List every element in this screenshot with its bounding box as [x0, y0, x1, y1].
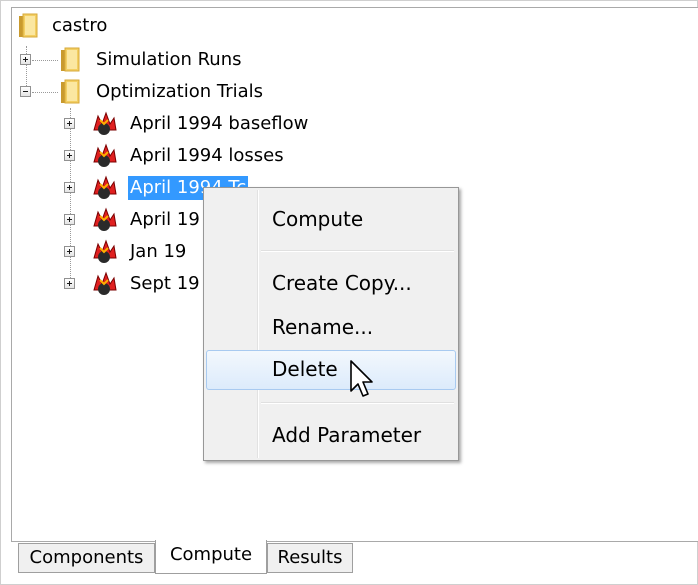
tree-node-label: Optimization Trials [96, 81, 264, 102]
menu-item-label: Rename... [272, 315, 374, 339]
tab-label: Components [29, 547, 144, 568]
menu-item-create-copy[interactable]: Create Copy... [206, 264, 456, 304]
tree-connector [70, 108, 71, 286]
tree-root-label: castro [52, 15, 108, 36]
menu-item-rename[interactable]: Rename... [206, 308, 456, 348]
tree-node-label: April 1994 losses [130, 145, 284, 166]
tab-label: Compute [169, 544, 253, 565]
optimization-trial-icon [93, 239, 117, 263]
expand-plus-icon[interactable] [64, 118, 75, 129]
menu-separator [261, 250, 454, 252]
tab-compute[interactable]: Compute [155, 540, 267, 574]
tab-results[interactable]: Results [267, 543, 353, 573]
menu-item-label: Create Copy... [272, 271, 412, 295]
menu-item-label: Add Parameter [272, 423, 422, 447]
menu-item-label: Compute [272, 207, 364, 231]
expand-plus-icon[interactable] [64, 246, 75, 257]
optimization-trial-icon [93, 111, 117, 135]
expand-plus-icon[interactable] [64, 150, 75, 161]
menu-item-delete[interactable]: Delete [206, 350, 456, 390]
optimization-trial-icon [93, 271, 117, 295]
optimization-trial-icon [93, 143, 117, 167]
folder-icon [19, 13, 38, 38]
tab-label: Results [277, 547, 343, 568]
tree-connector [32, 60, 58, 61]
watershed-explorer: castro Simulation Runs Optimization Tria… [0, 0, 698, 585]
mouse-pointer-icon [350, 360, 373, 397]
menu-item-compute[interactable]: Compute [206, 200, 456, 240]
menu-item-label: Delete [272, 357, 338, 381]
tab-components[interactable]: Components [18, 543, 155, 573]
folder-icon [61, 79, 80, 104]
folder-icon [61, 47, 80, 72]
expand-plus-icon[interactable] [64, 214, 75, 225]
optimization-trial-icon [93, 207, 117, 231]
tree-node-label: Jan 19 [130, 241, 187, 262]
tree-node-label: Sept 19 [130, 273, 200, 294]
collapse-minus-icon[interactable] [20, 86, 31, 97]
expand-plus-icon[interactable] [64, 278, 75, 289]
tree-node-label: April 1994 baseflow [130, 113, 309, 134]
tree-node-label: Simulation Runs [96, 49, 242, 70]
tree-node-label: April 19 [130, 209, 200, 230]
expand-plus-icon[interactable] [20, 54, 31, 65]
optimization-trial-icon [93, 175, 117, 199]
menu-item-add-parameter[interactable]: Add Parameter [206, 416, 456, 456]
expand-plus-icon[interactable] [64, 182, 75, 193]
context-menu: Compute Create Copy... Rename... Delete … [203, 187, 459, 461]
tree-connector [32, 92, 58, 93]
